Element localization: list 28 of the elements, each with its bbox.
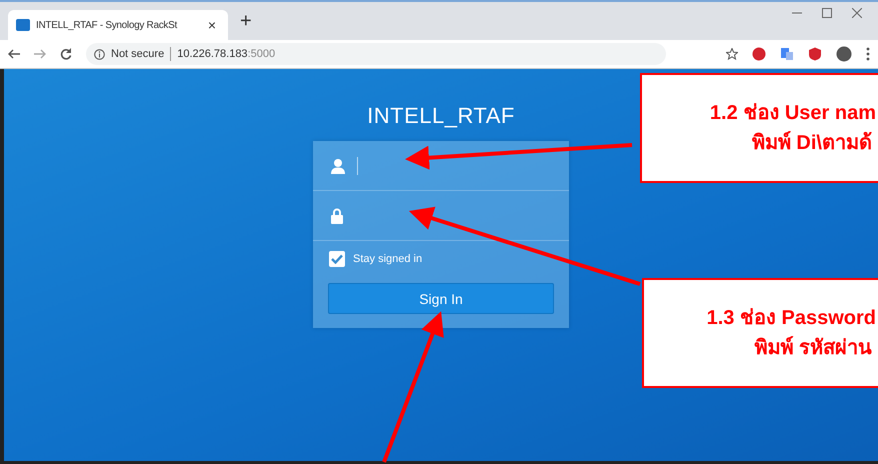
sign-in-button[interactable]: Sign In	[328, 283, 554, 314]
address-bar[interactable]: Not secure 10.226.78.183:5000	[86, 43, 666, 65]
new-tab-button[interactable]: +	[236, 10, 256, 32]
site-icon	[16, 19, 30, 31]
checkbox[interactable]	[329, 251, 345, 267]
forward-icon[interactable]	[34, 49, 46, 59]
browser-tab[interactable]: INTELL_RTAF - Synology RackSt ×	[8, 10, 228, 40]
reload-icon[interactable]	[60, 48, 72, 60]
lock-icon	[331, 208, 343, 224]
menu-icon[interactable]	[866, 47, 870, 61]
callout-text: พิมพ์ Di\ตามด้	[752, 131, 872, 155]
server-name: INTELL_RTAF	[367, 103, 515, 129]
url-text: 10.226.78.183:5000	[177, 48, 276, 60]
tab-title: INTELL_RTAF - Synology RackSt	[36, 20, 178, 30]
callout-text: 1.3 ช่อง Password	[706, 306, 876, 330]
user-icon	[331, 158, 345, 174]
security-label: Not secure	[111, 48, 164, 60]
close-icon[interactable]	[852, 8, 862, 18]
callout-text: พิมพ์ รหัสผ่าน	[754, 336, 872, 360]
translate-icon[interactable]	[780, 47, 794, 61]
callout-text: 1.2 ช่อง User nam	[710, 101, 876, 125]
avatar-icon[interactable]	[836, 46, 852, 62]
checkbox-label: Stay signed in	[353, 253, 422, 265]
maximize-icon[interactable]	[822, 8, 832, 18]
info-icon	[94, 48, 105, 60]
close-tab-button[interactable]: ×	[204, 17, 220, 33]
star-icon[interactable]	[726, 48, 738, 60]
back-icon[interactable]	[8, 49, 20, 59]
